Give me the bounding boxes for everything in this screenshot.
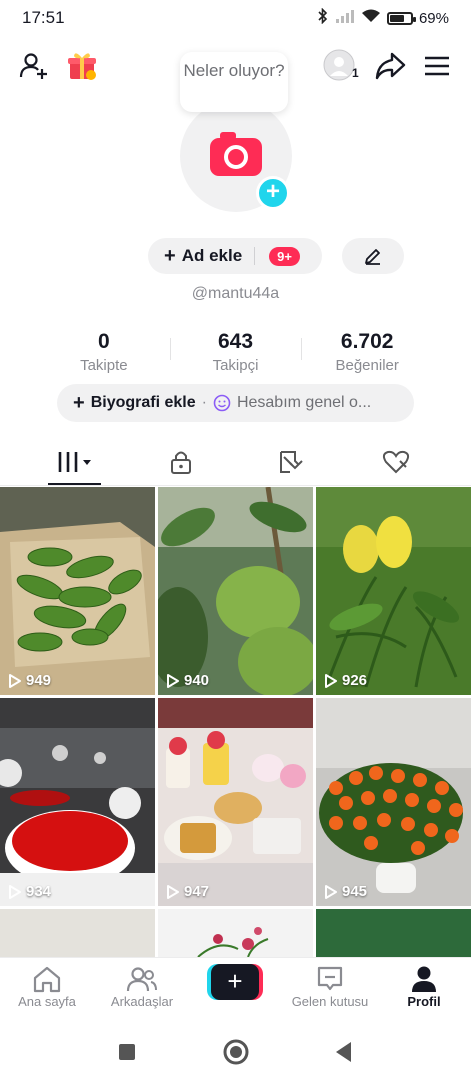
- system-nav-bar: [0, 1021, 471, 1080]
- lock-icon: [171, 451, 191, 474]
- status-bubble[interactable]: Neler oluyor?: [180, 52, 288, 112]
- video-thumbnail[interactable]: 940: [158, 487, 313, 695]
- liked-heart-icon: [382, 450, 410, 474]
- status-bar: 17:51 69%: [0, 0, 471, 36]
- friends-avatar-icon[interactable]: 1: [322, 48, 359, 84]
- view-count: 940: [166, 672, 209, 689]
- friends-count: 1: [352, 66, 359, 80]
- profile-tabs: [0, 440, 471, 486]
- add-photo-plus-icon[interactable]: +: [256, 176, 290, 210]
- pencil-icon: [365, 249, 380, 265]
- profile-icon: [377, 964, 471, 994]
- nav-profile[interactable]: Profil: [377, 964, 471, 1009]
- video-thumbnail[interactable]: 945: [316, 698, 471, 906]
- play-icon: [9, 673, 21, 688]
- status-time: 17:51: [22, 8, 65, 27]
- play-icon: [167, 884, 179, 899]
- video-thumbnail[interactable]: [316, 909, 471, 957]
- video-thumbnail[interactable]: 934: [0, 698, 155, 906]
- add-name-label: Ad ekle: [181, 246, 243, 265]
- cucumbers-thumbnail: [0, 487, 155, 695]
- username: @mantu44a: [191, 285, 280, 302]
- view-count: 945: [324, 883, 367, 900]
- waffles-thumbnail: [158, 698, 313, 906]
- wifi-icon: [361, 9, 381, 27]
- notification-badge: 9+: [269, 246, 300, 266]
- signal-icon: [335, 9, 355, 27]
- create-button[interactable]: +: [207, 964, 263, 1000]
- stats-row: 0 Takipte 643 Takipçi 6.702 Beğeniler: [38, 330, 433, 374]
- stat-followers[interactable]: 643 Takipçi: [169, 330, 302, 374]
- video-thumbnail[interactable]: [0, 909, 155, 957]
- home-icon: [0, 964, 94, 994]
- stat-likes[interactable]: 6.702 Beğeniler: [301, 330, 433, 374]
- battery-percent: 69%: [418, 9, 449, 27]
- plus-icon: +: [164, 244, 176, 267]
- repost-icon: [280, 451, 303, 473]
- tab-liked[interactable]: [368, 444, 424, 480]
- tab-reposts[interactable]: [262, 444, 318, 480]
- flowers-thumbnail: [197, 927, 269, 957]
- home-circle-icon[interactable]: [221, 1037, 251, 1067]
- account-overview-label: Hesabım genel o...: [236, 394, 372, 411]
- play-icon: [325, 673, 337, 688]
- nav-home[interactable]: Ana sayfa: [0, 964, 94, 1009]
- plus-icon: +: [73, 391, 85, 414]
- recents-icon[interactable]: [112, 1037, 142, 1067]
- roses-thumbnail: [0, 698, 155, 906]
- nav-friends[interactable]: Arkadaşlar: [95, 964, 189, 1009]
- view-count: 934: [8, 883, 51, 900]
- active-tab-indicator: [48, 483, 101, 485]
- share-icon[interactable]: [372, 48, 408, 84]
- video-thumbnail[interactable]: 947: [158, 698, 313, 906]
- video-grid: 949 940 926 934 947 945: [0, 487, 471, 957]
- battery-icon: [386, 11, 416, 25]
- stat-following[interactable]: 0 Takipte: [38, 330, 170, 374]
- play-icon: [167, 673, 179, 688]
- garden-thumbnail: [316, 487, 471, 695]
- view-count: 949: [8, 672, 51, 689]
- plus-icon: +: [211, 964, 259, 1000]
- bio-pill[interactable]: + Biyografi ekle · Hesabım genel o...: [57, 384, 414, 422]
- grid-icon: [58, 452, 91, 472]
- bottom-nav: Ana sayfa Arkadaşlar + Gelen kutusu Prof…: [0, 957, 471, 1021]
- view-count: 947: [166, 883, 209, 900]
- add-bio-label: Biyografi ekle: [90, 394, 196, 411]
- bluetooth-icon: [317, 7, 329, 28]
- video-thumbnail[interactable]: 926: [316, 487, 471, 695]
- inbox-icon: [283, 964, 377, 994]
- guava-thumbnail: [158, 487, 313, 695]
- friends-icon: [95, 964, 189, 994]
- gift-icon[interactable]: [64, 48, 100, 84]
- orange-roses-thumbnail: [316, 698, 471, 906]
- back-triangle-icon[interactable]: [329, 1037, 359, 1067]
- play-icon: [9, 884, 21, 899]
- nav-inbox[interactable]: Gelen kutusu: [283, 964, 377, 1009]
- smiley-icon: [213, 394, 231, 412]
- play-icon: [325, 884, 337, 899]
- view-count: 926: [324, 672, 367, 689]
- video-thumbnail[interactable]: [158, 909, 313, 957]
- tab-videos[interactable]: [47, 444, 103, 480]
- add-name-button[interactable]: + Ad ekle 9+: [148, 238, 322, 274]
- add-friend-icon[interactable]: [16, 48, 52, 84]
- video-thumbnail[interactable]: 949: [0, 487, 155, 695]
- edit-profile-button[interactable]: [342, 238, 404, 274]
- menu-icon[interactable]: [419, 48, 455, 84]
- tab-private[interactable]: [153, 444, 209, 480]
